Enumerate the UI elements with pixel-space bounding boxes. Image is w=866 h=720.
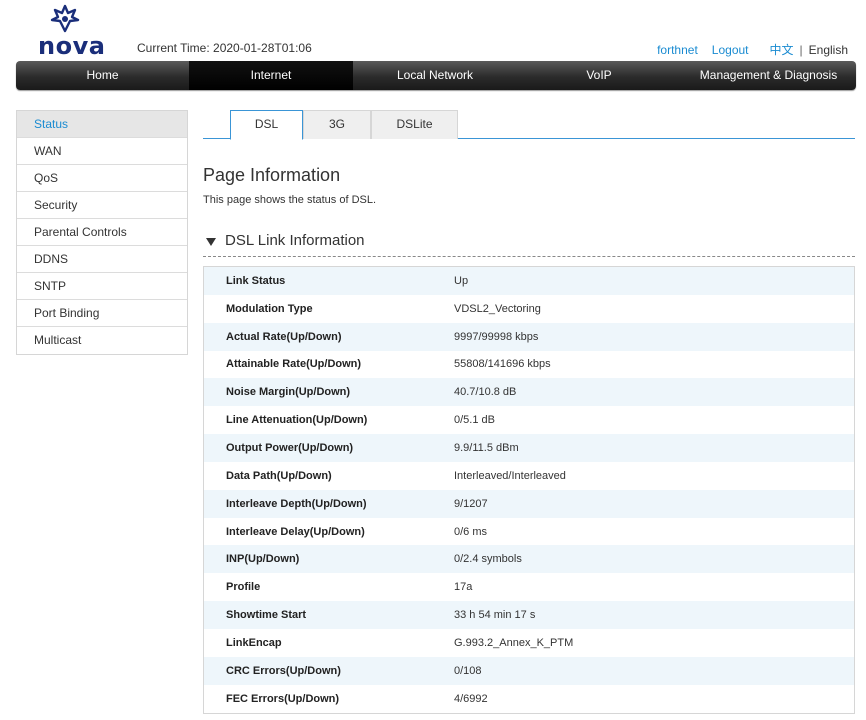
row-value: Up [454, 274, 469, 287]
nova-logo: nova [38, 4, 105, 60]
row-value: Interleaved/Interleaved [454, 469, 566, 482]
row-value: VDSL2_Vectoring [454, 302, 541, 315]
row-value: 9/1207 [454, 497, 488, 510]
row-value: 0/5.1 dB [454, 414, 495, 427]
row-value: G.993.2_Annex_K_PTM [454, 636, 574, 649]
sidebar-item-port-binding[interactable]: Port Binding [17, 300, 187, 327]
lang-separator: | [799, 42, 803, 57]
table-row: Link Status Up [204, 267, 854, 295]
current-time: Current Time: 2020-01-28T01:06 [137, 41, 312, 55]
nova-emblem-icon [50, 4, 80, 33]
row-label: Noise Margin(Up/Down) [226, 386, 351, 399]
table-row: Interleave Delay(Up/Down) 0/6 ms [204, 517, 854, 546]
row-label: Modulation Type [226, 302, 313, 315]
row-label: Output Power(Up/Down) [226, 441, 354, 454]
sidebar-item-multicast[interactable]: Multicast [17, 327, 187, 354]
table-row: Profile 17a [204, 573, 854, 602]
user-link[interactable]: forthnet [657, 43, 698, 57]
table-row: INP(Up/Down) 0/2.4 symbols [204, 545, 854, 574]
row-value: 0/108 [454, 664, 482, 677]
lang-chinese-link[interactable]: 中文 [770, 41, 794, 58]
row-label: Data Path(Up/Down) [226, 469, 332, 482]
row-value: 0/6 ms [454, 525, 488, 538]
table-row: LinkEncap G.993.2_Annex_K_PTM [204, 628, 854, 657]
page-title: Page Information [203, 165, 341, 185]
nav-local-network[interactable]: Local Network [353, 61, 517, 90]
status-tabs: DSL 3G DSLite [203, 110, 855, 140]
row-value: 33 h 54 min 17 s [454, 609, 536, 622]
tab-dsl[interactable]: DSL [230, 110, 303, 140]
row-label: Profile [226, 581, 261, 594]
row-label: INP(Up/Down) [226, 553, 300, 566]
sidebar-item-status[interactable]: Status [17, 111, 187, 138]
row-label: Attainable Rate(Up/Down) [226, 358, 362, 371]
row-value: 55808/141696 kbps [454, 358, 551, 371]
top-links: forthnet Logout 中文 | English [643, 41, 848, 58]
row-value: 9.9/11.5 dBm [454, 441, 519, 454]
sidebar-item-wan[interactable]: WAN [17, 138, 187, 165]
table-row: Output Power(Up/Down) 9.9/11.5 dBm [204, 434, 854, 462]
tab-3g[interactable]: 3G [303, 110, 371, 139]
section-header[interactable]: DSL Link Information [203, 231, 855, 257]
lang-english-link[interactable]: English [809, 43, 848, 57]
sidebar-item-sntp[interactable]: SNTP [17, 273, 187, 300]
table-row: FEC Errors(Up/Down) 4/6992 [204, 684, 854, 713]
logout-link[interactable]: Logout [712, 43, 749, 57]
tab-dslite[interactable]: DSLite [371, 110, 458, 139]
table-row: Interleave Depth(Up/Down) 9/1207 [204, 489, 854, 518]
row-label: FEC Errors(Up/Down) [226, 692, 340, 705]
row-label: Line Attenuation(Up/Down) [226, 414, 368, 427]
table-row: Noise Margin(Up/Down) 40.7/10.8 dB [204, 378, 854, 407]
table-row: Attainable Rate(Up/Down) 55808/141696 kbp… [204, 350, 854, 379]
sidebar-item-security[interactable]: Security [17, 192, 187, 219]
row-label: CRC Errors(Up/Down) [226, 664, 341, 677]
table-row: Line Attenuation(Up/Down) 0/5.1 dB [204, 406, 854, 435]
row-label: Actual Rate(Up/Down) [226, 330, 342, 343]
row-value: 40.7/10.8 dB [454, 386, 517, 399]
page-description: This page shows the status of DSL. [203, 194, 377, 206]
sidebar-item-parental-controls[interactable]: Parental Controls [17, 219, 187, 246]
nav-internet[interactable]: Internet [189, 61, 353, 90]
row-value: 4/6992 [454, 692, 488, 705]
sidebar-item-qos[interactable]: QoS [17, 165, 187, 192]
row-label: Interleave Depth(Up/Down) [226, 497, 367, 510]
table-row: Actual Rate(Up/Down) 9997/99998 kbps [204, 322, 854, 351]
nav-home[interactable]: Home [16, 61, 189, 90]
table-row: Modulation Type VDSL2_Vectoring [204, 294, 854, 323]
collapse-triangle-icon[interactable] [206, 238, 216, 246]
row-label: Link Status [226, 274, 286, 287]
row-label: Interleave Delay(Up/Down) [226, 525, 365, 538]
logo-text: nova [38, 32, 106, 60]
dsl-info-table: Link Status Up Modulation Type VDSL2_Vector… [203, 266, 855, 714]
main-nav: Home Internet Local Network VoIP Managem… [16, 61, 856, 90]
table-row: Showtime Start 33 h 54 min 17 s [204, 601, 854, 629]
row-value: 0/2.4 symbols [454, 553, 522, 566]
sidebar-item-ddns[interactable]: DDNS [17, 246, 187, 273]
nav-management-diagnosis[interactable]: Management & Diagnosis [681, 61, 856, 90]
row-value: 17a [454, 581, 473, 594]
nav-voip[interactable]: VoIP [517, 61, 681, 90]
table-row: Data Path(Up/Down) Interleaved/Interleave… [204, 461, 854, 490]
section-title: DSL Link Information [225, 232, 365, 249]
row-label: LinkEncap [226, 636, 282, 649]
sidebar: Status WAN QoS Security Parental Control… [16, 110, 188, 355]
table-row: CRC Errors(Up/Down) 0/108 [204, 656, 854, 685]
row-label: Showtime Start [226, 609, 307, 622]
row-value: 9997/99998 kbps [454, 330, 539, 343]
